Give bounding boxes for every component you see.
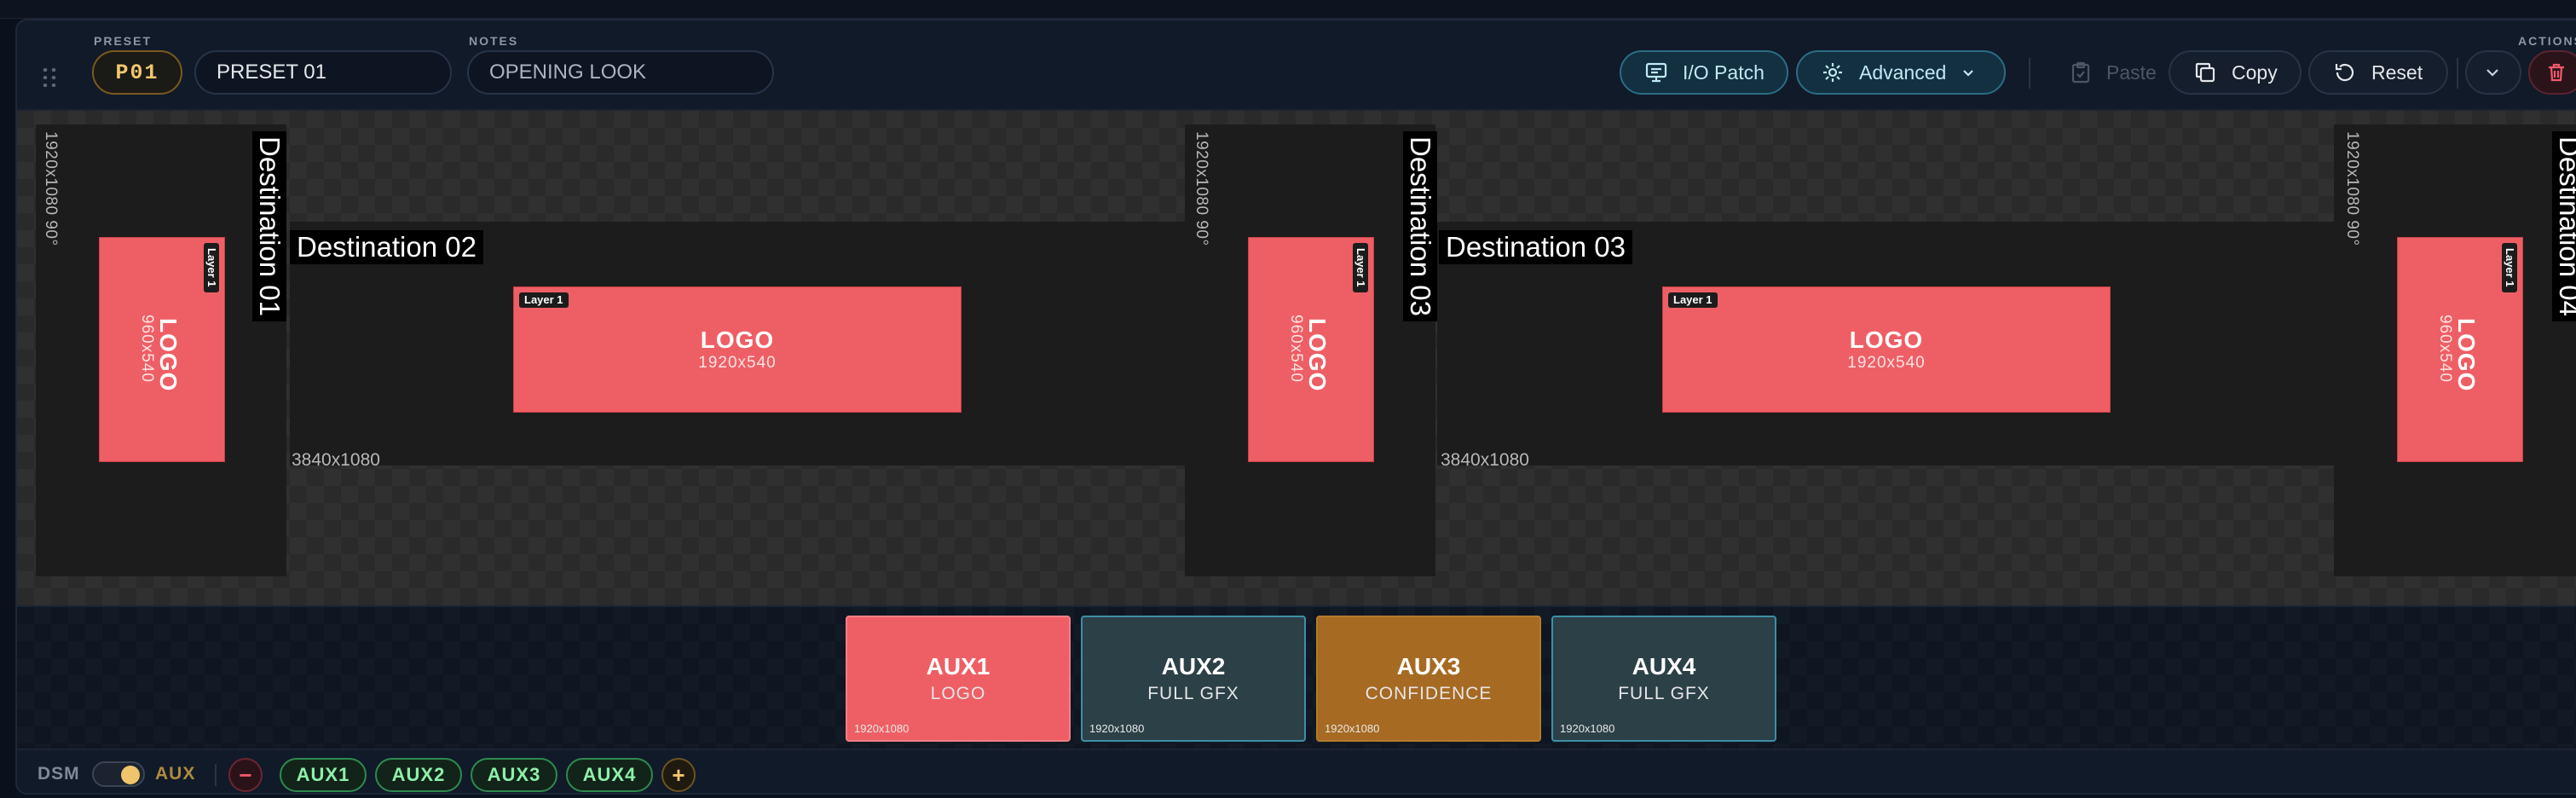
logo-name: LOGO bbox=[2453, 318, 2480, 392]
aux-chip[interactable]: AUX4 bbox=[566, 758, 653, 792]
logo-name: LOGO bbox=[155, 318, 182, 392]
destination-portrait-2-resolution: 1920x1080 90° bbox=[1193, 131, 1210, 246]
paste-button[interactable]: Paste bbox=[2047, 50, 2175, 95]
preset-header: PRESET P01 PRESET 01 NOTES OPENING LOOK … bbox=[17, 20, 2576, 111]
aux-source: FULL GFX bbox=[1147, 684, 1239, 703]
destinations-canvas: 1920x1080 90° Destination 01 Layer 1 LOG… bbox=[17, 111, 2576, 605]
preset-code-badge[interactable]: P01 bbox=[92, 50, 182, 95]
aux-name: AUX4 bbox=[1632, 653, 1696, 679]
destination-03-name: Destination 03 bbox=[1439, 230, 1632, 264]
aux-source: CONFIDENCE bbox=[1365, 684, 1493, 703]
destination-02-resolution: 3840x1080 bbox=[292, 450, 380, 470]
app-root: PRESET P01 PRESET 01 NOTES OPENING LOOK … bbox=[0, 0, 2576, 798]
header-divider bbox=[2029, 58, 2030, 89]
destination-03-portrait-name: Destination 03 bbox=[1403, 131, 1437, 321]
dsm-aux-toggle[interactable] bbox=[92, 761, 145, 787]
aux2-card[interactable]: AUX2 FULL GFX 1920x1080 bbox=[1081, 616, 1306, 742]
actions-label: ACTIONS bbox=[2518, 34, 2576, 48]
logo-size: 1920x540 bbox=[698, 354, 777, 372]
destination-02-name: Destination 02 bbox=[290, 230, 483, 264]
logo-size: 960x540 bbox=[138, 315, 156, 383]
monitor-icon bbox=[1645, 62, 1667, 83]
aux-resolution: 1920x1080 bbox=[1325, 722, 1380, 735]
logo-size: 1920x540 bbox=[1847, 354, 1926, 372]
paste-label: Paste bbox=[2106, 61, 2157, 84]
preset-panel: PRESET P01 PRESET 01 NOTES OPENING LOOK … bbox=[15, 19, 2576, 795]
destination-01-resolution: 1920x1080 90° bbox=[42, 131, 60, 246]
add-aux-button[interactable]: + bbox=[661, 758, 696, 792]
logo-layer-d02[interactable]: Layer 1 LOGO 1920x540 bbox=[513, 286, 962, 413]
toggle-knob bbox=[121, 766, 140, 784]
layer-tag: Layer 1 bbox=[1353, 243, 1368, 292]
aux-name: AUX3 bbox=[1396, 653, 1461, 679]
logo-name: LOGO bbox=[1304, 318, 1331, 392]
chevron-down-icon bbox=[2486, 69, 2498, 77]
aux-source: FULL GFX bbox=[1618, 684, 1710, 703]
more-actions-button[interactable] bbox=[2465, 50, 2521, 95]
advanced-button[interactable]: Advanced bbox=[1796, 50, 2006, 95]
preset-name-field[interactable]: PRESET 01 bbox=[194, 50, 452, 95]
logo-layer-portrait-3[interactable]: Layer 1 LOGO 960x540 bbox=[2397, 237, 2523, 462]
preset-label: PRESET bbox=[94, 34, 153, 48]
aux3-card[interactable]: AUX3 CONFIDENCE 1920x1080 bbox=[1316, 616, 1541, 742]
aux-name: AUX1 bbox=[926, 653, 991, 679]
layer-tag: Layer 1 bbox=[519, 292, 569, 308]
dsm-footer: DSM AUX − AUX1 AUX2 AUX3 AUX4 + bbox=[17, 749, 2576, 793]
logo-layer-d03[interactable]: Layer 1 LOGO 1920x540 bbox=[1662, 286, 2111, 413]
drag-handle-icon[interactable] bbox=[43, 68, 56, 92]
top-strip bbox=[0, 0, 2576, 19]
aux-name: AUX2 bbox=[1161, 653, 1226, 679]
destination-03-resolution: 3840x1080 bbox=[1441, 450, 1529, 470]
aux-source: LOGO bbox=[930, 684, 986, 703]
layer-tag: Layer 1 bbox=[2502, 243, 2517, 292]
header-divider bbox=[2457, 58, 2458, 89]
logo-size: 960x540 bbox=[2436, 315, 2454, 383]
reset-label: Reset bbox=[2371, 61, 2423, 84]
advanced-label: Advanced bbox=[1859, 61, 1947, 84]
logo-layer-portrait-2[interactable]: Layer 1 LOGO 960x540 bbox=[1248, 237, 1374, 462]
aux-chip[interactable]: AUX3 bbox=[471, 758, 557, 792]
destination-portrait-3-resolution: 1920x1080 90° bbox=[2343, 131, 2361, 246]
layer-tag: Layer 1 bbox=[1668, 292, 1718, 308]
layer-tag: Layer 1 bbox=[204, 243, 219, 292]
aux-chip[interactable]: AUX1 bbox=[280, 758, 367, 792]
logo-name: LOGO bbox=[1849, 327, 1924, 353]
logo-name: LOGO bbox=[700, 327, 775, 353]
toggle-label: AUX bbox=[155, 764, 196, 784]
notes-field[interactable]: OPENING LOOK bbox=[467, 50, 774, 95]
copy-label: Copy bbox=[2232, 61, 2278, 84]
footer-divider bbox=[215, 764, 217, 786]
logo-size: 960x540 bbox=[1287, 315, 1305, 383]
aux-resolution: 1920x1080 bbox=[854, 722, 910, 735]
aux-resolution: 1920x1080 bbox=[1560, 722, 1615, 735]
aux4-card[interactable]: AUX4 FULL GFX 1920x1080 bbox=[1551, 616, 1776, 742]
chevron-down-icon bbox=[1963, 70, 1974, 77]
clipboard-icon bbox=[2071, 61, 2090, 84]
aux-chip[interactable]: AUX2 bbox=[375, 758, 462, 792]
dsm-label: DSM bbox=[38, 764, 80, 784]
aux-outputs-strip: AUX1 LOGO 1920x1080 AUX2 FULL GFX 1920x1… bbox=[17, 605, 2576, 749]
gear-icon bbox=[1823, 63, 1842, 82]
aux-resolution: 1920x1080 bbox=[1089, 722, 1145, 735]
notes-label: NOTES bbox=[469, 34, 519, 48]
aux1-card[interactable]: AUX1 LOGO 1920x1080 bbox=[846, 616, 1071, 742]
io-patch-label: I/O Patch bbox=[1683, 61, 1765, 84]
delete-button[interactable] bbox=[2528, 50, 2576, 95]
destination-01-name: Destination 01 bbox=[252, 131, 286, 321]
io-patch-button[interactable]: I/O Patch bbox=[1620, 50, 1788, 95]
trash-icon bbox=[2549, 63, 2564, 82]
remove-aux-button[interactable]: − bbox=[228, 758, 263, 792]
logo-layer-d01[interactable]: Layer 1 LOGO 960x540 bbox=[99, 237, 225, 462]
destination-04-name: Destination 04 bbox=[2552, 131, 2576, 321]
reset-button[interactable]: Reset bbox=[2308, 50, 2448, 95]
reset-icon bbox=[2335, 63, 2354, 82]
copy-button[interactable]: Copy bbox=[2169, 50, 2302, 95]
copy-icon bbox=[2195, 62, 2215, 83]
